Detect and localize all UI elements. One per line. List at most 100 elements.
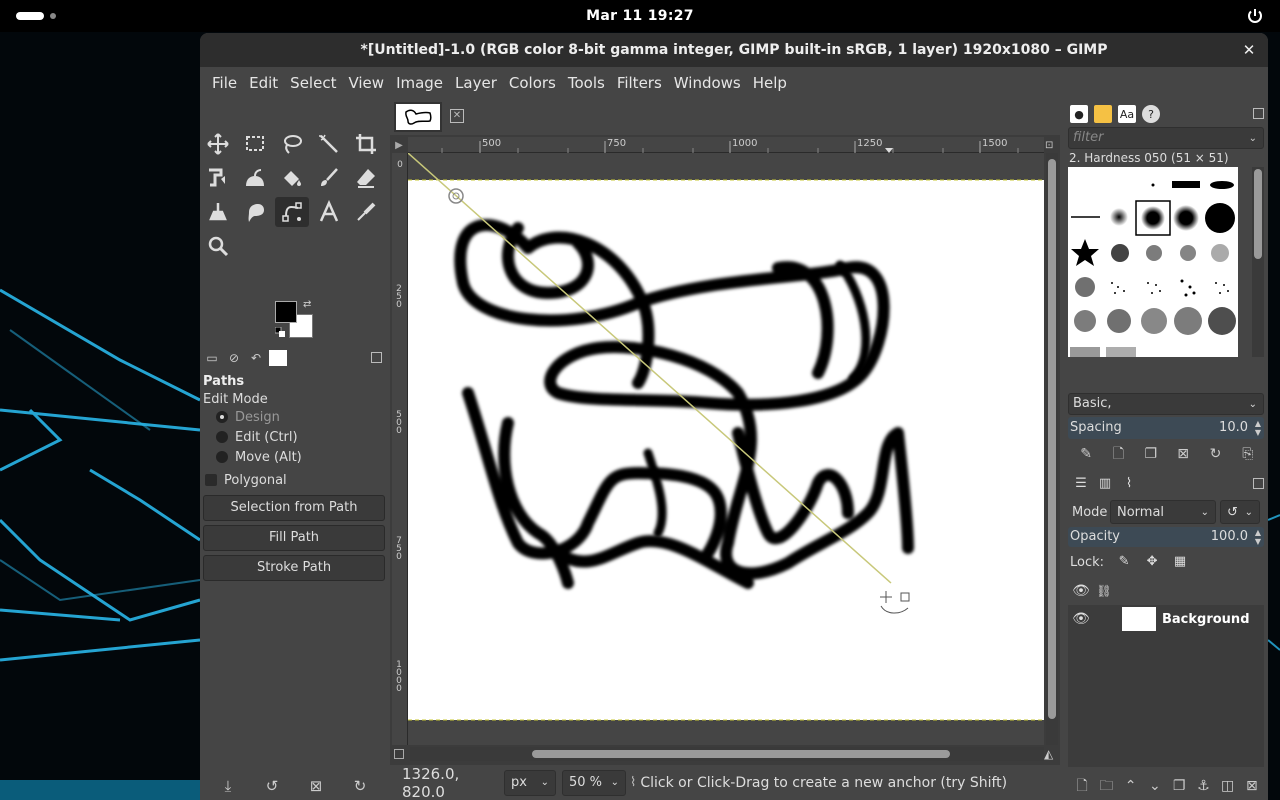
refresh-brushes-icon[interactable]: ↻	[1205, 444, 1225, 464]
power-icon[interactable]	[1246, 7, 1264, 25]
help-tab-icon[interactable]: ?	[1142, 105, 1160, 123]
close-window-button[interactable]: ✕	[1240, 41, 1258, 59]
fonts-tab-icon[interactable]: Aa	[1118, 105, 1136, 123]
delete-options-icon[interactable]: ⊠	[307, 777, 325, 795]
horizontal-ruler[interactable]: 500 750 1000 1250 1500	[408, 137, 1044, 153]
horizontal-scroll-thumb[interactable]	[532, 750, 950, 758]
layer-row[interactable]: 👁 Background	[1068, 605, 1264, 633]
save-options-icon[interactable]: ⤓	[219, 777, 237, 795]
patterns-tab-icon[interactable]	[1094, 105, 1112, 123]
menu-image[interactable]: Image	[390, 74, 449, 92]
new-layer-icon[interactable]: 🗋	[1074, 777, 1090, 795]
reset-colors-icon[interactable]	[275, 327, 285, 337]
channels-tab-icon[interactable]: ▥	[1096, 475, 1114, 493]
lock-position-icon[interactable]: ✥	[1144, 554, 1160, 570]
unit-selector[interactable]: px ⌄	[504, 769, 556, 796]
new-layer-group-icon[interactable]: 🗀	[1098, 777, 1114, 795]
menu-select[interactable]: Select	[284, 74, 342, 92]
ruler-menu-icon[interactable]: ▶	[392, 139, 406, 153]
layer-mode-reset-selector[interactable]: ↺ ⌄	[1220, 500, 1260, 524]
paths-tab-icon[interactable]: ⌇	[1120, 475, 1138, 493]
brush-grid[interactable]	[1068, 167, 1238, 357]
lock-alpha-icon[interactable]: ▦	[1172, 554, 1188, 570]
mask-layer-icon[interactable]: ◫	[1220, 777, 1236, 795]
zoom-selector[interactable]: 50 % ⌄	[562, 769, 626, 796]
spin-arrows-icon[interactable]: ▲ ▼	[1255, 528, 1261, 546]
layers-tab-icon[interactable]: ☰	[1072, 475, 1090, 493]
color-picker-tool-icon[interactable]	[349, 197, 383, 227]
spacing-slider[interactable]: Spacing 10.0 ▲ ▼	[1068, 417, 1264, 439]
menu-help[interactable]: Help	[747, 74, 793, 92]
free-select-tool-icon[interactable]	[275, 129, 309, 159]
opacity-slider[interactable]: Opacity 100.0 ▲ ▼	[1068, 527, 1264, 547]
canvas-view[interactable]	[408, 153, 1044, 745]
fuzzy-select-tool-icon[interactable]	[312, 129, 346, 159]
delete-brush-icon[interactable]: ⊠	[1173, 444, 1193, 464]
rect-select-tool-icon[interactable]	[238, 129, 272, 159]
foreground-color-swatch[interactable]	[275, 301, 297, 323]
close-image-tab-icon[interactable]: ✕	[450, 109, 464, 123]
paths-tool-icon[interactable]	[275, 197, 309, 227]
open-brush-as-image-icon[interactable]: ⎘	[1238, 444, 1258, 464]
anchor-layer-icon[interactable]: ⚓	[1195, 777, 1211, 795]
menu-edit[interactable]: Edit	[243, 74, 284, 92]
brush-list-scrollbar[interactable]	[1252, 167, 1264, 357]
unified-transform-tool-icon[interactable]	[201, 163, 235, 193]
smudge-tool-icon[interactable]	[238, 197, 272, 227]
activities-indicator[interactable]	[16, 12, 56, 20]
clock[interactable]: Mar 11 19:27	[586, 8, 694, 24]
eraser-tool-icon[interactable]	[349, 163, 383, 193]
selection-from-path-button[interactable]: Selection from Path	[203, 495, 385, 521]
title-bar[interactable]: *[Untitled]-1.0 (RGB color 8-bit gamma i…	[200, 33, 1268, 67]
vertical-ruler[interactable]: 0 250 500 750 1000	[392, 153, 408, 745]
restore-options-icon[interactable]: ↺	[263, 777, 281, 795]
text-tool-icon[interactable]	[312, 197, 346, 227]
bucket-fill-tool-icon[interactable]	[275, 163, 309, 193]
undo-history-tab-icon[interactable]: ↶	[247, 350, 265, 366]
tab-menu-icon[interactable]	[1253, 108, 1264, 119]
fg-bg-color-selector[interactable]: ⇄	[273, 299, 317, 339]
stroke-path-button[interactable]: Stroke Path	[203, 555, 385, 581]
new-brush-icon[interactable]: 🗋	[1108, 444, 1128, 464]
layer-mode-selector[interactable]: Normal ⌄	[1110, 500, 1216, 524]
menu-filters[interactable]: Filters	[611, 74, 668, 92]
menu-view[interactable]: View	[342, 74, 390, 92]
images-tab-icon[interactable]	[269, 350, 287, 366]
clone-tool-icon[interactable]	[201, 197, 235, 227]
lock-pixels-icon[interactable]: ✎	[1116, 554, 1132, 570]
edit-brush-icon[interactable]: ✎	[1076, 444, 1096, 464]
navigate-icon[interactable]: ⊡	[1045, 140, 1057, 152]
brushes-tab-icon[interactable]: ●	[1070, 105, 1088, 123]
menu-file[interactable]: File	[206, 74, 243, 92]
move-tool-icon[interactable]	[201, 129, 235, 159]
menu-tools[interactable]: Tools	[562, 74, 611, 92]
duplicate-brush-icon[interactable]: ❐	[1141, 444, 1161, 464]
duplicate-layer-icon[interactable]: ❐	[1171, 777, 1187, 795]
swap-colors-icon[interactable]: ⇄	[303, 299, 311, 310]
brush-filter-input[interactable]: filter ⌄	[1068, 127, 1264, 149]
spin-arrows-icon[interactable]: ▲ ▼	[1255, 419, 1261, 437]
brush-tag-selector[interactable]: Basic, ⌄	[1068, 393, 1264, 415]
tool-options-tab-icon[interactable]: ▭	[203, 350, 221, 366]
polygonal-checkbox[interactable]: Polygonal	[200, 469, 388, 491]
reset-options-icon[interactable]: ↻	[351, 777, 369, 795]
zoom-image-icon[interactable]: ◭	[1044, 747, 1058, 761]
vertical-scrollbar[interactable]	[1046, 153, 1058, 745]
device-status-tab-icon[interactable]: ⊘	[225, 350, 243, 366]
image-tab[interactable]	[394, 102, 442, 132]
warp-transform-tool-icon[interactable]	[238, 163, 272, 193]
menu-layer[interactable]: Layer	[449, 74, 503, 92]
eye-icon[interactable]: 👁	[1068, 611, 1094, 627]
tab-menu-icon[interactable]	[371, 352, 382, 363]
crop-tool-icon[interactable]	[349, 129, 383, 159]
raise-layer-icon[interactable]: ⌃	[1123, 777, 1139, 795]
menu-colors[interactable]: Colors	[503, 74, 562, 92]
lower-layer-icon[interactable]: ⌄	[1147, 777, 1163, 795]
vertical-scroll-thumb[interactable]	[1048, 159, 1056, 719]
brush-list-scroll-thumb[interactable]	[1254, 169, 1262, 259]
paintbrush-tool-icon[interactable]	[312, 163, 346, 193]
mode-move-radio[interactable]: Move (Alt)	[200, 447, 388, 467]
fill-path-button[interactable]: Fill Path	[203, 525, 385, 551]
mode-design-radio[interactable]: Design	[200, 407, 388, 427]
tab-menu-icon[interactable]	[1253, 478, 1264, 489]
